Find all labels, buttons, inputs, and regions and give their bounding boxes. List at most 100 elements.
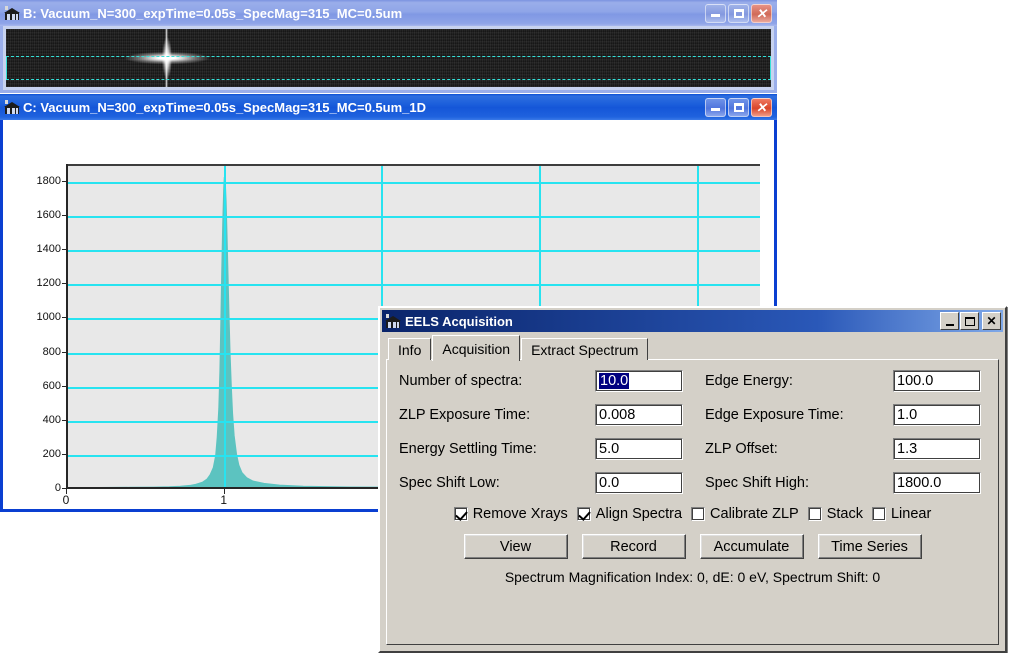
- maximize-button[interactable]: [728, 4, 749, 23]
- window-b-titlebar[interactable]: B: Vacuum_N=300_expTime=0.05s_SpecMag=31…: [0, 0, 777, 26]
- y-tick-mark: [62, 215, 67, 216]
- checkbox-stack[interactable]: Stack: [808, 506, 863, 522]
- checkbox-label: Remove Xrays: [473, 506, 568, 522]
- window-app-icon: [4, 100, 20, 115]
- field-cell: Edge Energy:100.0: [705, 370, 981, 392]
- window-c-controls: ✕: [705, 98, 775, 117]
- x-tick-label: 0: [63, 493, 70, 507]
- field-row: Spec Shift Low:0.0 Spec Shift High:1800.0: [399, 472, 986, 494]
- close-icon[interactable]: ✕: [751, 4, 772, 23]
- gridline-vertical: [224, 166, 226, 488]
- field-cell: Energy Settling Time:5.0: [399, 438, 683, 460]
- checkbox-align-spectra[interactable]: Align Spectra: [577, 506, 682, 522]
- x-tick-mark: [224, 489, 225, 494]
- dialog-titlebar[interactable]: EELS Acquisition ✕: [382, 310, 1003, 332]
- dialog-controls: ✕: [939, 312, 1001, 330]
- y-tick-mark: [62, 386, 67, 387]
- action-button-row: View Record Accumulate Time Series: [399, 534, 986, 559]
- window-app-icon: [4, 6, 20, 21]
- maximize-button[interactable]: [960, 312, 979, 330]
- field-cell: Number of spectra:10.0: [399, 370, 683, 392]
- close-icon[interactable]: ✕: [982, 312, 1001, 330]
- window-app-icon: [385, 314, 401, 329]
- input-edge-exposure-time[interactable]: 1.0: [893, 404, 981, 426]
- checkbox-empty-icon[interactable]: [872, 507, 886, 521]
- tab-strip[interactable]: InfoAcquisitionExtract Spectrum: [382, 334, 1003, 360]
- y-tick-label: 0: [3, 482, 61, 494]
- gridline-horizontal: [67, 250, 760, 252]
- field-label: Number of spectra:: [399, 373, 595, 389]
- button-record[interactable]: Record: [582, 534, 686, 559]
- tab-info[interactable]: Info: [388, 338, 431, 360]
- x-tick-mark: [66, 489, 67, 494]
- input-spec-shift-low[interactable]: 0.0: [595, 472, 683, 494]
- roi-selection-box[interactable]: [6, 56, 771, 80]
- window-c-titlebar[interactable]: C: Vacuum_N=300_expTime=0.05s_SpecMag=31…: [0, 94, 777, 120]
- y-tick-mark: [62, 352, 67, 353]
- tab-panel-acquisition: Number of spectra:10.0 Edge Energy:100.0 Z…: [386, 359, 999, 645]
- minimize-button[interactable]: [705, 98, 726, 117]
- y-tick-mark: [62, 181, 67, 182]
- input-zlp-exposure-time[interactable]: 0.008: [595, 404, 683, 426]
- field-grid: Number of spectra:10.0 Edge Energy:100.0 Z…: [399, 370, 986, 494]
- field-label: Spec Shift High:: [705, 475, 893, 491]
- gridline-horizontal: [67, 216, 760, 218]
- status-text: Spectrum Magnification Index: 0, dE: 0 e…: [399, 569, 986, 585]
- input-number-of-spectra[interactable]: 10.0: [595, 370, 683, 392]
- input-zlp-offset[interactable]: 1.3: [893, 438, 981, 460]
- checkbox-empty-icon[interactable]: [691, 507, 705, 521]
- y-tick-label: 1000: [3, 311, 61, 323]
- checkbox-empty-icon[interactable]: [808, 507, 822, 521]
- button-accumulate[interactable]: Accumulate: [700, 534, 804, 559]
- field-cell: Edge Exposure Time:1.0: [705, 404, 981, 426]
- y-tick-label: 600: [3, 380, 61, 392]
- field-row: ZLP Exposure Time:0.008Edge Exposure Tim…: [399, 404, 986, 426]
- field-cell: Spec Shift High:1800.0: [705, 472, 981, 494]
- window-spectrum-image[interactable]: B: Vacuum_N=300_expTime=0.05s_SpecMag=31…: [0, 0, 777, 93]
- minimize-button[interactable]: [940, 312, 959, 330]
- y-tick-label: 1400: [3, 243, 61, 255]
- y-tick-mark: [62, 317, 67, 318]
- field-label: Spec Shift Low:: [399, 475, 595, 491]
- button-time-series[interactable]: Time Series: [818, 534, 922, 559]
- option-checkbox-row: Remove Xrays Align Spectra Calibrate ZLP St…: [399, 506, 986, 522]
- input-edge-energy[interactable]: 100.0: [893, 370, 981, 392]
- checkbox-calibrate-zlp[interactable]: Calibrate ZLP: [691, 506, 799, 522]
- field-row: Energy Settling Time:5.0 ZLP Offset:1.3: [399, 438, 986, 460]
- minimize-button[interactable]: [705, 4, 726, 23]
- y-tick-label: 1600: [3, 209, 61, 221]
- y-tick-label: 800: [3, 346, 61, 358]
- spectrum-image-canvas[interactable]: [6, 29, 771, 87]
- y-tick-label: 400: [3, 414, 61, 426]
- checkbox-label: Stack: [827, 506, 863, 522]
- window-b-title: B: Vacuum_N=300_expTime=0.05s_SpecMag=31…: [23, 6, 705, 21]
- window-b-controls: ✕: [705, 4, 775, 23]
- y-tick-label: 1200: [3, 277, 61, 289]
- selected-text: 10.0: [599, 373, 629, 389]
- field-row: Number of spectra:10.0 Edge Energy:100.0: [399, 370, 986, 392]
- maximize-button[interactable]: [728, 98, 749, 117]
- field-cell: ZLP Offset:1.3: [705, 438, 981, 460]
- checkbox-label: Linear: [891, 506, 931, 522]
- gridline-horizontal: [67, 182, 760, 184]
- y-axis: [66, 164, 68, 489]
- window-c-title: C: Vacuum_N=300_expTime=0.05s_SpecMag=31…: [23, 100, 705, 115]
- checkmark-icon[interactable]: [454, 507, 468, 521]
- checkmark-icon[interactable]: [577, 507, 591, 521]
- checkbox-remove-xrays[interactable]: Remove Xrays: [454, 506, 568, 522]
- checkbox-label: Align Spectra: [596, 506, 682, 522]
- y-tick-label: 200: [3, 448, 61, 460]
- input-energy-settling-time[interactable]: 5.0: [595, 438, 683, 460]
- button-view[interactable]: View: [464, 534, 568, 559]
- y-tick-label: 1800: [3, 175, 61, 187]
- checkbox-label: Calibrate ZLP: [710, 506, 799, 522]
- input-spec-shift-high[interactable]: 1800.0: [893, 472, 981, 494]
- field-label: ZLP Offset:: [705, 441, 893, 457]
- window-b-client: [0, 26, 777, 93]
- tab-extract-spectrum[interactable]: Extract Spectrum: [521, 338, 648, 360]
- close-icon[interactable]: ✕: [751, 98, 772, 117]
- tab-acquisition[interactable]: Acquisition: [432, 335, 520, 361]
- x-tick-label: 1: [220, 493, 227, 507]
- checkbox-linear[interactable]: Linear: [872, 506, 931, 522]
- dialog-eels-acquisition[interactable]: EELS Acquisition ✕ InfoAcquisitionExtrac…: [378, 306, 1007, 653]
